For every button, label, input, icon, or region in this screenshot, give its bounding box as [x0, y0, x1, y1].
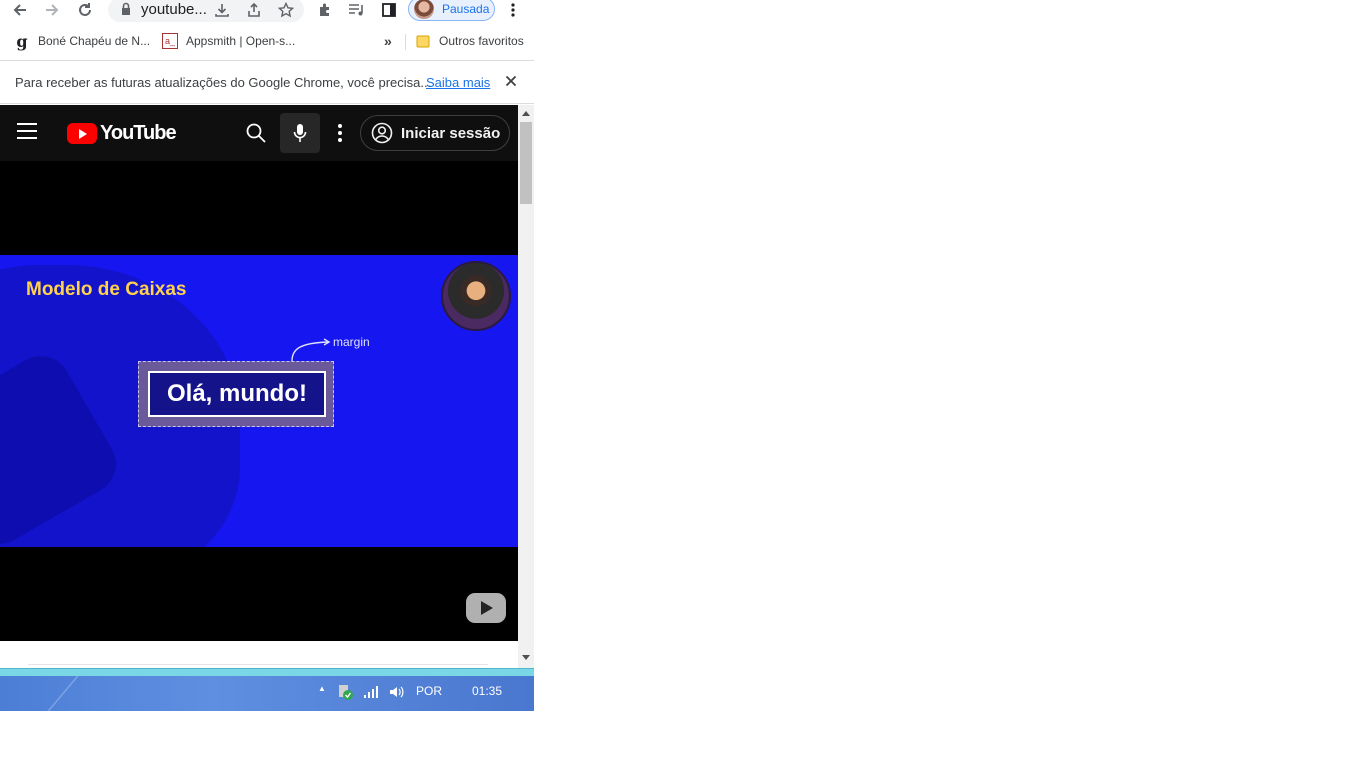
other-bookmarks-folder[interactable]: Outros favoritos: [415, 33, 524, 49]
back-arrow-icon: [13, 4, 26, 16]
scroll-down-arrow-icon[interactable]: [522, 655, 530, 660]
bookmark-item[interactable]: g Boné Chapéu de N...: [14, 31, 151, 51]
bookmark-item[interactable]: a_ Appsmith | Open-s...: [162, 33, 295, 49]
youtube-play-icon: [67, 122, 97, 144]
bookmark-label: Boné Chapéu de N...: [38, 34, 151, 48]
page-content-below: [0, 641, 518, 668]
youtube-watermark-icon[interactable]: [466, 593, 506, 623]
curved-arrow-icon: [291, 338, 331, 362]
taskbar-top-strip: [0, 668, 534, 676]
youtube-logo[interactable]: YouTube: [67, 121, 177, 144]
forward-arrow-icon: [46, 4, 59, 16]
video-slide-title: Modelo de Caixas: [26, 279, 187, 300]
address-bar[interactable]: youtube...: [108, 0, 304, 22]
video-frame: Modelo de Caixas margin Olá, mundo!: [0, 255, 518, 547]
browser-toolbar: youtube... Pausada: [0, 0, 534, 24]
video-player[interactable]: Modelo de Caixas margin Olá, mundo!: [0, 161, 518, 641]
taskbar-decoration: [26, 676, 274, 711]
puzzle-icon: [320, 3, 329, 16]
bookmarks-overflow-button[interactable]: »: [384, 33, 392, 49]
vertical-dots-icon: [511, 3, 515, 17]
other-bookmarks-label: Outros favoritos: [439, 34, 524, 48]
scrollbar-thumb[interactable]: [520, 122, 532, 204]
update-infobar: Para receber as futuras atualizações do …: [0, 60, 534, 104]
bookmarks-divider: [405, 34, 406, 50]
profile-avatar: [414, 0, 434, 19]
network-signal-icon[interactable]: [363, 685, 379, 699]
playlist-icon: [349, 4, 363, 16]
divider: [28, 664, 488, 665]
taskbar: ▲ POR 01:35: [0, 676, 534, 711]
settings-more-icon[interactable]: [331, 121, 349, 145]
side-panel-icon: [382, 3, 396, 17]
back-button[interactable]: [9, 0, 31, 20]
bookmarks-bar: g Boné Chapéu de N... a_ Appsmith | Open…: [0, 30, 534, 54]
search-icon[interactable]: [244, 121, 268, 145]
sign-in-button[interactable]: Iniciar sessão: [360, 115, 510, 151]
reload-button[interactable]: [74, 0, 96, 20]
show-hidden-icons-button[interactable]: ▲: [318, 684, 326, 693]
security-shield-icon[interactable]: [338, 683, 354, 701]
margin-annotation: margin: [333, 335, 370, 349]
g-favicon-icon: g: [16, 31, 28, 51]
lock-icon: [122, 2, 130, 15]
microphone-icon: [293, 124, 307, 142]
scroll-up-arrow-icon[interactable]: [522, 111, 530, 116]
voice-search-button[interactable]: [280, 113, 320, 153]
user-circle-icon: [371, 122, 393, 144]
content-box: Olá, mundo!: [148, 371, 326, 417]
folder-icon: [415, 33, 431, 49]
youtube-header: YouTube Iniciar sessão: [0, 105, 518, 161]
sign-in-label: Iniciar sessão: [401, 124, 501, 142]
media-control-button[interactable]: [346, 0, 368, 20]
language-indicator[interactable]: POR: [416, 684, 442, 698]
double-chevron-icon: »: [384, 33, 392, 49]
extensions-button[interactable]: [314, 0, 336, 20]
profile-button[interactable]: Pausada: [408, 0, 495, 21]
appsmith-favicon-icon: a_: [162, 33, 178, 49]
reload-icon: [79, 3, 91, 16]
url-text: youtube...: [141, 1, 207, 18]
hamburger-menu-icon[interactable]: [17, 123, 37, 143]
youtube-logo-text: YouTube: [100, 121, 177, 144]
browser-window: youtube... Pausada g Boné Chapéu de N...…: [0, 0, 534, 711]
learn-more-link[interactable]: Saiba mais: [426, 75, 490, 90]
bookmark-label: Appsmith | Open-s...: [186, 34, 296, 48]
presenter-avatar: [441, 261, 511, 331]
chrome-menu-button[interactable]: [502, 0, 524, 20]
install-icon[interactable]: [212, 0, 232, 20]
share-icon[interactable]: [244, 0, 264, 20]
star-icon[interactable]: [276, 0, 296, 20]
svg-text:a_: a_: [165, 36, 176, 46]
page-scrollbar[interactable]: [518, 105, 534, 668]
profile-status-label: Pausada: [442, 2, 490, 16]
clock[interactable]: 01:35: [472, 684, 502, 698]
close-icon[interactable]: [502, 72, 520, 90]
infobar-message: Para receber as futuras atualizações do …: [15, 75, 432, 90]
volume-icon[interactable]: [389, 685, 405, 699]
side-panel-button[interactable]: [378, 0, 400, 20]
forward-button[interactable]: [41, 0, 63, 20]
